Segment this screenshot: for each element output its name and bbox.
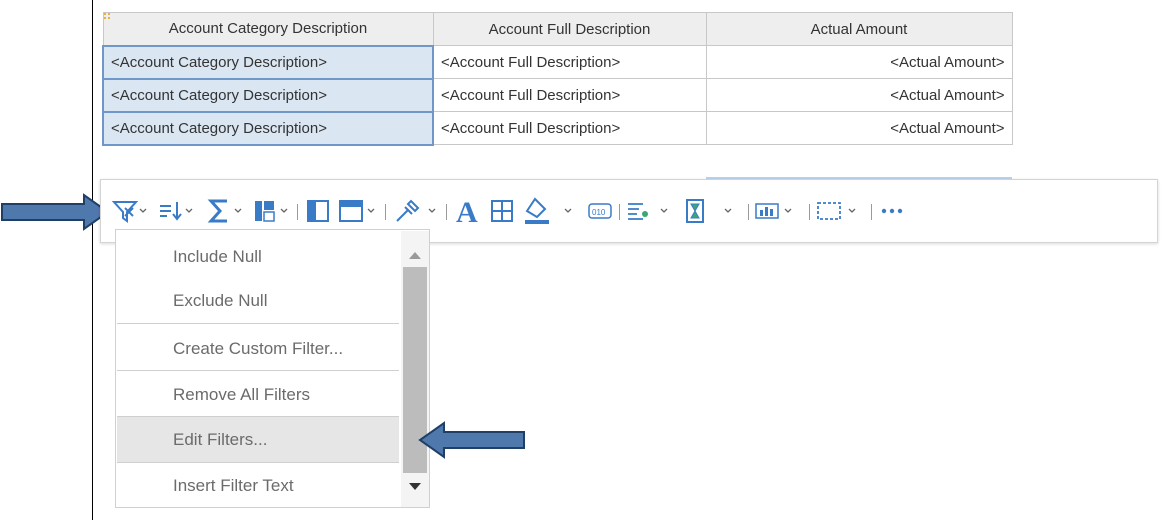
toolbar-separator [297, 204, 298, 220]
menu-item-exclude-null[interactable]: Exclude Null [117, 278, 399, 324]
table-cell-selected[interactable]: <Account Category Description> [102, 77, 434, 113]
conditional-style-icon[interactable] [623, 194, 675, 228]
menu-item-edit-filters[interactable]: Edit Filters... [117, 417, 399, 463]
table-header-row: Account Category Description Account Ful… [102, 12, 1013, 46]
font-icon[interactable]: A [451, 194, 483, 228]
pivot-icon[interactable] [251, 194, 293, 228]
toolbar-separator [619, 204, 620, 220]
toolbar-separator [385, 204, 386, 220]
report-list-table: Account Category Description Account Ful… [102, 12, 1013, 146]
column-header[interactable]: Account Category Description [102, 12, 434, 46]
menu-item-create-custom-filter[interactable]: Create Custom Filter... [117, 326, 399, 372]
svg-text:A: A [456, 196, 478, 228]
scroll-up-icon[interactable] [409, 252, 421, 259]
menu-item-include-null[interactable]: Include Null [117, 234, 399, 280]
toolbar-separator [748, 204, 749, 220]
filter-icon[interactable] [111, 194, 151, 228]
drag-handle-icon[interactable] [104, 13, 112, 21]
filter-dropdown-menu: Include Null Exclude Null Create Custom … [115, 229, 430, 508]
table-row: <Account Category Description> <Account … [102, 77, 1013, 113]
toolbar-separator [871, 204, 872, 220]
toolbar-separator [446, 204, 447, 220]
hide-column-icon[interactable] [302, 194, 334, 228]
hourglass-icon[interactable] [679, 194, 741, 228]
eyedropper-icon[interactable] [391, 194, 441, 228]
table-row: <Account Category Description> <Account … [102, 110, 1013, 146]
summarize-icon[interactable] [205, 194, 247, 228]
table-cell[interactable]: <Account Full Description> [432, 78, 707, 112]
table-cell[interactable]: <Account Full Description> [432, 45, 707, 79]
table-cell[interactable]: <Actual Amount> [705, 78, 1013, 112]
svg-text:010: 010 [592, 208, 606, 217]
data-format-icon[interactable]: 010 [584, 194, 616, 228]
borders-icon[interactable] [485, 194, 519, 228]
header-icon[interactable] [336, 194, 380, 228]
table-row: <Account Category Description> <Account … [102, 44, 1013, 80]
toolbar-separator [809, 204, 810, 220]
visualization-icon[interactable] [753, 194, 803, 228]
fill-color-icon[interactable] [521, 194, 577, 228]
table-cell-selected[interactable]: <Account Category Description> [102, 110, 434, 146]
table-cell[interactable]: <Account Full Description> [432, 111, 707, 145]
table-cell-selected[interactable]: <Account Category Description> [102, 44, 434, 80]
arrow-pointer-icon [418, 421, 525, 459]
menu-divider [117, 370, 399, 371]
more-icon[interactable] [876, 194, 916, 228]
column-header[interactable]: Actual Amount [705, 12, 1013, 46]
sort-icon[interactable] [157, 194, 197, 228]
table-cell[interactable]: <Actual Amount> [705, 111, 1013, 145]
column-header[interactable]: Account Full Description [432, 12, 707, 46]
menu-divider [117, 323, 399, 324]
menu-item-remove-all-filters[interactable]: Remove All Filters [117, 372, 399, 418]
menu-item-insert-filter-text[interactable]: Insert Filter Text [117, 463, 399, 509]
table-cell[interactable]: <Actual Amount> [705, 45, 1013, 79]
arrow-pointer-icon [1, 193, 110, 231]
scroll-down-icon[interactable] [409, 483, 421, 490]
selection-icon[interactable] [813, 194, 865, 228]
